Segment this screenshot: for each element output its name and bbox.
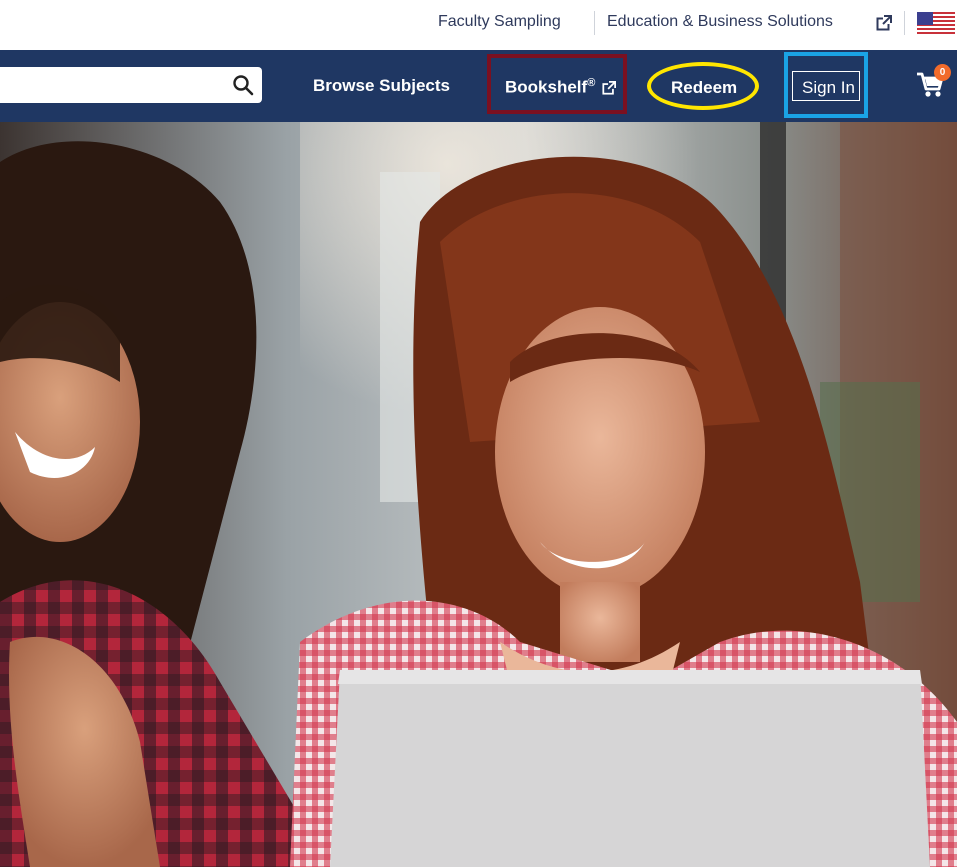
faculty-sampling-link[interactable]: Faculty Sampling <box>438 13 561 31</box>
redeem-highlight: Redeem <box>647 62 759 110</box>
bookshelf-label: Bookshelf <box>505 77 588 97</box>
education-business-solutions-link[interactable]: Education & Business Solutions <box>607 13 833 31</box>
sign-in-highlight: Sign In <box>784 52 868 118</box>
hero-image <box>0 122 957 867</box>
bookshelf-highlight: Bookshelf® <box>487 54 627 114</box>
redeem-link[interactable]: Redeem <box>671 78 737 98</box>
us-flag-icon[interactable] <box>917 12 955 36</box>
bookshelf-link[interactable]: Bookshelf® <box>505 77 595 98</box>
sign-in-label: Sign In <box>802 78 855 97</box>
registered-mark: ® <box>587 77 596 89</box>
browse-subjects-link[interactable]: Browse Subjects <box>313 76 450 96</box>
search-box <box>0 67 262 103</box>
utility-bar: Faculty Sampling Education & Business So… <box>0 0 957 50</box>
divider <box>594 11 595 35</box>
cart-count-badge: 0 <box>934 64 951 81</box>
search-input[interactable] <box>0 67 215 103</box>
sign-in-button[interactable]: Sign In <box>792 71 860 101</box>
main-nav: Browse Subjects Bookshelf® Redeem Sign I… <box>0 50 957 122</box>
search-icon[interactable] <box>232 74 254 96</box>
external-link-icon <box>876 15 892 31</box>
divider <box>904 11 905 35</box>
external-link-icon <box>602 81 616 95</box>
